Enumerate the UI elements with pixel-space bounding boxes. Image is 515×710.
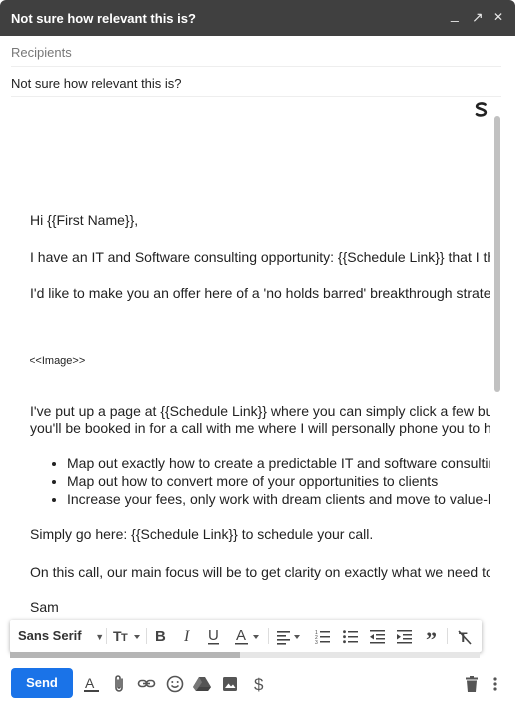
more-options-icon[interactable] bbox=[490, 674, 500, 694]
attach-icon[interactable] bbox=[110, 674, 130, 694]
recipients-field[interactable]: Recipients bbox=[11, 45, 501, 60]
bold-icon[interactable]: B bbox=[154, 620, 168, 652]
svg-text:3: 3 bbox=[315, 640, 318, 646]
indent-more-icon[interactable] bbox=[397, 620, 413, 652]
font-family-label: Sans Serif bbox=[18, 628, 82, 643]
text-color-icon[interactable]: A bbox=[234, 620, 264, 652]
list-item: Map out exactly how to create a predicta… bbox=[67, 454, 490, 472]
svg-text:A: A bbox=[85, 675, 95, 691]
bulleted-list-icon[interactable] bbox=[343, 620, 359, 652]
body-paragraph: On this call, our main focus will be to … bbox=[30, 564, 490, 580]
vertical-scrollbar[interactable] bbox=[494, 116, 500, 392]
message-body[interactable]: Hi {{First Name}}, I have an IT and Soft… bbox=[0, 97, 515, 652]
svg-text:U: U bbox=[208, 627, 219, 644]
body-paragraph: I'd like to make you an offer here of a … bbox=[30, 285, 490, 301]
divider bbox=[146, 628, 147, 644]
signature-text: Sam bbox=[30, 599, 59, 615]
body-paragraph: I've put up a page at {{Schedule Link}} … bbox=[30, 403, 490, 419]
numbered-list-icon[interactable]: 123 bbox=[315, 620, 331, 652]
send-button[interactable]: Send bbox=[11, 668, 73, 698]
svg-text:B: B bbox=[155, 628, 166, 645]
close-icon[interactable]: ✕ bbox=[493, 9, 503, 25]
divider bbox=[11, 66, 501, 67]
quote-icon[interactable]: ” bbox=[426, 620, 440, 652]
underline-icon[interactable]: U bbox=[207, 620, 221, 652]
font-family-select[interactable]: Sans Serif ▼ bbox=[18, 620, 104, 652]
body-paragraph: you'll be booked in for a call with me w… bbox=[30, 420, 490, 436]
compose-title-bar[interactable]: Not sure how relevant this is? _ ↗ ✕ bbox=[0, 0, 515, 36]
drive-icon[interactable] bbox=[192, 674, 212, 694]
svg-text:T: T bbox=[121, 632, 128, 644]
compose-bottom-bar: Send A $ bbox=[0, 662, 515, 710]
text-size-icon[interactable]: TT bbox=[113, 620, 143, 652]
subject-field[interactable]: Not sure how relevant this is? bbox=[11, 76, 501, 91]
divider bbox=[447, 628, 448, 644]
divider bbox=[106, 628, 107, 644]
popout-icon[interactable]: ↗ bbox=[472, 9, 484, 25]
trash-icon[interactable] bbox=[462, 674, 482, 694]
indent-less-icon[interactable] bbox=[370, 620, 386, 652]
link-icon[interactable] bbox=[137, 674, 157, 694]
align-icon[interactable] bbox=[276, 620, 306, 652]
divider bbox=[268, 628, 269, 644]
body-paragraph: I have an IT and Software consulting opp… bbox=[30, 249, 490, 265]
svg-text:”: ” bbox=[426, 627, 437, 652]
compose-title: Not sure how relevant this is? bbox=[11, 11, 196, 26]
horizontal-scrollbar[interactable] bbox=[10, 652, 240, 658]
emoji-icon[interactable] bbox=[165, 674, 185, 694]
svg-text:I: I bbox=[183, 628, 190, 645]
list-item: Map out how to convert more of your oppo… bbox=[67, 472, 490, 490]
formatting-options-icon[interactable]: A bbox=[82, 674, 102, 694]
svg-text:$: $ bbox=[254, 675, 264, 694]
bullet-list: Map out exactly how to create a predicta… bbox=[30, 454, 490, 508]
formatting-toolbar: Sans Serif ▼ TT B I U A 123 ” T bbox=[10, 620, 482, 652]
greeting-text: Hi {{First Name}}, bbox=[30, 212, 139, 228]
image-placeholder: <<Image>> bbox=[30, 355, 86, 367]
photo-icon[interactable] bbox=[220, 674, 240, 694]
minimize-icon[interactable]: _ bbox=[451, 6, 459, 22]
money-icon[interactable]: $ bbox=[250, 674, 270, 694]
remove-formatting-icon[interactable]: T bbox=[457, 620, 473, 652]
list-item: Increase your fees, only work with dream… bbox=[67, 490, 490, 508]
chevron-down-icon: ▼ bbox=[95, 632, 105, 642]
body-paragraph: Simply go here: {{Schedule Link}} to sch… bbox=[30, 526, 374, 542]
svg-text:A: A bbox=[236, 627, 246, 644]
italic-icon[interactable]: I bbox=[182, 620, 194, 652]
